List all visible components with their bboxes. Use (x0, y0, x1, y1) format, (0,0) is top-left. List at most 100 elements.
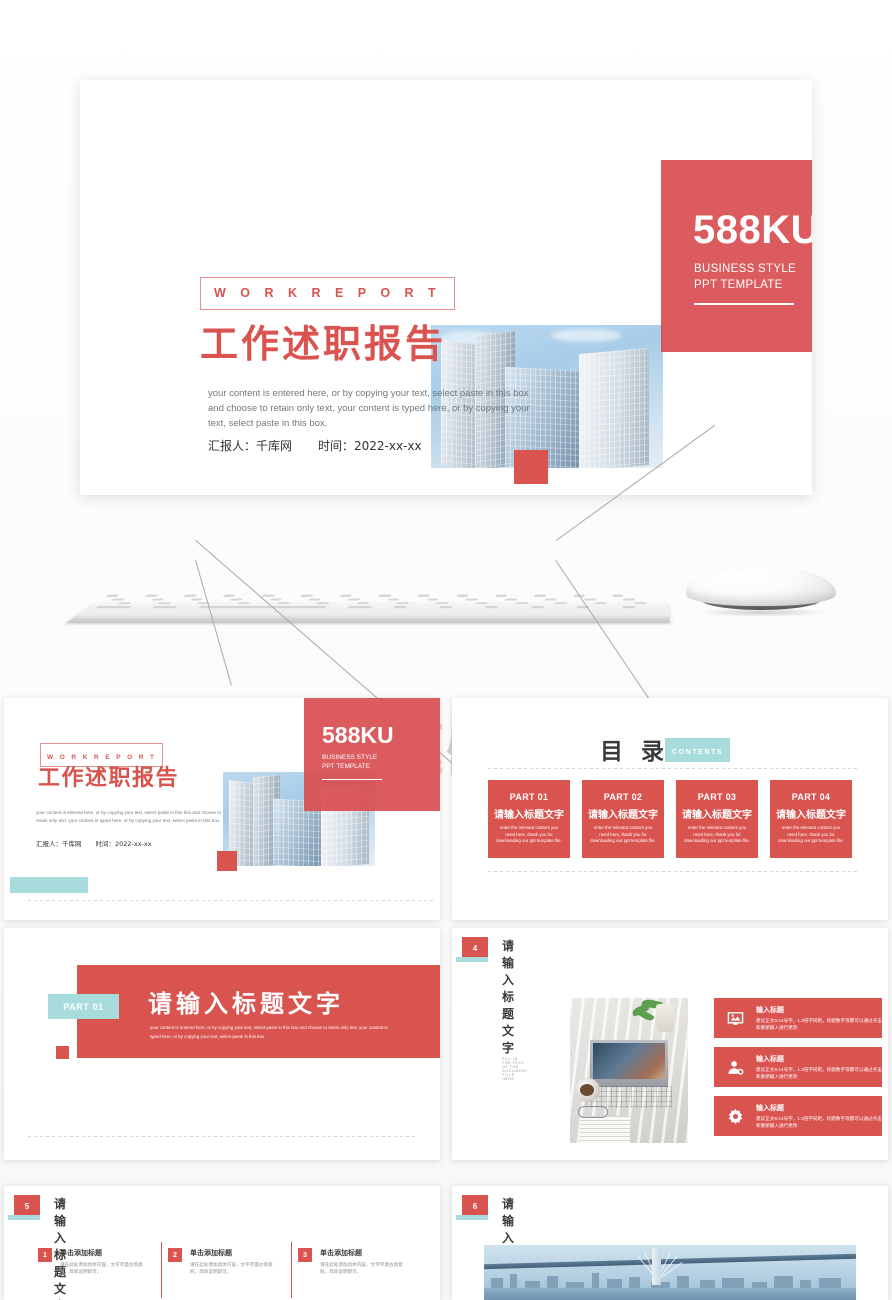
divider-title: 请输入标题文字 (148, 990, 344, 1018)
thumb-title: 工作述职报告 (38, 766, 180, 791)
slide4-feature-list: 输入标题 建议正文8-14号字，1.3倍字间距。标题数字等都可以通过点击和重新输… (714, 998, 882, 1145)
thumbnail-slide-divider[interactable]: 请输入标题文字 your content is entered here, or… (4, 928, 440, 1160)
divider-part-tag: PART 01 (48, 994, 119, 1019)
feature-body: 建议正文8-14号字，1.3倍字间距。标题数字等都可以通过点击和重新输入进行更改 (756, 1066, 882, 1079)
card-zh-title: 请输入标题文字 (588, 810, 658, 821)
divider-red-square (56, 1046, 69, 1059)
thumb-meta: 汇报人：千库网 时间：2022-xx-xx (36, 838, 152, 848)
slide5-column-list: 1 单击添加标题 请在此处添加具体内容，文字尽量古简意赅，简单说明即可。 2 单… (38, 1242, 430, 1298)
slide-number-label: 6 (472, 1201, 478, 1211)
slide6-header: 6 请输入标题文字 FILL IN THE TEXT OF THE DOCUME… (456, 1195, 514, 1300)
water-shape (484, 1288, 856, 1300)
thumbnail-slide-5[interactable]: 5 请输入标题文字 FILL IN THE TEXT OF THE DOCUME… (4, 1186, 440, 1300)
coffee-cup-shape (574, 1078, 600, 1102)
mouse-mockup (686, 562, 836, 620)
card-en-body: enter the relevant content you need here… (778, 825, 844, 844)
thumb-brand-line1: BUSINESS STYLE (322, 754, 378, 761)
contents-card[interactable]: PART 03 请输入标题文字 enter the relevant conte… (676, 780, 758, 858)
contents-title: 目 录 (600, 739, 670, 765)
contents-card-list: PART 01 请输入标题文字 enter the relevant conte… (488, 780, 860, 858)
slide-number-label: 4 (472, 943, 478, 953)
thumb-brand-badge: 588KU BUSINESS STYLE PPT TEMPLATE (304, 698, 440, 811)
column-heading: 单击添加标题 (190, 1249, 232, 1257)
feature-body: 建议正文8-14号字，1.3倍字间距。标题数字等都可以通过点击和重新输入进行更改 (756, 1115, 882, 1128)
contents-rule-top (488, 768, 860, 769)
slide4-subtitle: FILL IN THE TEXT OF THE DOCUMENT TITLE H… (502, 1057, 528, 1081)
thumbnail-slide-6[interactable]: 6 请输入标题文字 FILL IN THE TEXT OF THE DOCUME… (452, 1186, 888, 1300)
feature-heading: 输入标题 (756, 1103, 784, 1112)
card-en-body: enter the relevant content you need here… (590, 825, 656, 844)
contents-card[interactable]: PART 01 请输入标题文字 enter the relevant conte… (488, 780, 570, 858)
card-zh-title: 请输入标题文字 (682, 810, 752, 821)
divider-paragraph: your content is entered here, or by copy… (150, 1025, 388, 1039)
thumb-reporter: 汇报人：千库网 (36, 840, 82, 848)
slide-number-badge: 5 (14, 1195, 40, 1217)
hero-reporter: 汇报人：千库网 (208, 439, 293, 453)
building-shape (579, 347, 649, 468)
column-number-badge: 3 (298, 1248, 312, 1262)
feature-heading: 输入标题 (756, 1005, 784, 1014)
hero-red-square (514, 450, 548, 484)
slide-number-underbar (456, 1215, 488, 1220)
hero-brand-badge: 588KU BUSINESS STYLE PPT TEMPLATE (661, 160, 812, 352)
slide5-header: 5 请输入标题文字 FILL IN THE TEXT OF THE DOCUME… (8, 1195, 66, 1300)
contents-badge-label: CONTENTS (672, 749, 724, 756)
contents-rule-bottom (488, 871, 860, 872)
poster-canvas: 588KU BUSINESS STYLE PPT TEMPLATE W O R … (0, 0, 892, 1300)
slide4-feature-row[interactable]: 输入标题 建议正文8-14号字，1.3倍字间距。标题数字等都可以通过点击和重新输… (714, 1047, 882, 1087)
feature-body: 建议正文8-14号字，1.3倍字间距。标题数字等都可以通过点击和重新输入进行更改 (756, 1017, 882, 1030)
contents-card[interactable]: PART 04 请输入标题文字 enter the relevant conte… (770, 780, 852, 858)
feature-heading: 输入标题 (756, 1054, 784, 1063)
hero-paragraph: your content is entered here, or by copy… (208, 388, 530, 429)
column-heading: 单击添加标题 (60, 1249, 102, 1257)
thumb-date: 时间：2022-xx-xx (95, 840, 152, 848)
cloud-shape (551, 329, 621, 342)
slide5-column[interactable]: 2 单击添加标题 请在此处添加具体内容，文字尽量古简意赅，简单说明即可。 (168, 1242, 298, 1298)
brand-subtitle-line2: PPT TEMPLATE (694, 279, 783, 291)
skyline-shape (484, 1270, 856, 1290)
bridge-pylon-shape (652, 1247, 661, 1285)
card-en-body: enter the relevant content you need here… (496, 825, 562, 844)
image-icon (722, 1005, 748, 1031)
column-heading: 单击添加标题 (320, 1249, 362, 1257)
hero-kicker-box: W O R K R E P O R T (200, 277, 456, 310)
slide4-desk-photo (570, 998, 688, 1143)
brand-logo-text: 588KU (693, 208, 812, 252)
thumbnail-slide-contents[interactable]: 目 录 CONTENTS PART 01 请输入标题文字 enter the r… (452, 698, 888, 920)
slide-number-underbar (456, 957, 488, 962)
column-number-badge: 1 (38, 1248, 52, 1262)
slide5-column[interactable]: 1 单击添加标题 请在此处添加具体内容，文字尽量古简意赅，简单说明即可。 (38, 1242, 168, 1298)
slide-number-badge: 4 (462, 937, 488, 959)
column-body: 请在此处添加具体内容，文字尽量古简意赅，简单说明即可。 (60, 1262, 143, 1275)
slide4-title: 请输入标题文字 (502, 939, 516, 1055)
vase-shape (656, 1004, 674, 1032)
thumb-brand-line2: PPT TEMPLATE (322, 763, 371, 770)
card-part-label: PART 04 (791, 792, 831, 802)
card-part-label: PART 01 (509, 792, 549, 802)
thumb-teal-bar (10, 877, 88, 893)
contents-card[interactable]: PART 02 请输入标题文字 enter the relevant conte… (582, 780, 664, 858)
slide4-feature-row[interactable]: 输入标题 建议正文8-14号字，1.3倍字间距。标题数字等都可以通过点击和重新输… (714, 998, 882, 1038)
laptop-shape (590, 1040, 668, 1087)
hero-date: 时间：2022-xx-xx (318, 439, 422, 453)
gear-icon (722, 1103, 748, 1129)
slide4-header: 4 请输入标题文字 FILL IN THE TEXT OF THE DOCUME… (456, 937, 527, 1081)
slide5-column[interactable]: 3 单击添加标题 请在此处添加具体内容，文字尽量古简意赅，简单说明即可。 (298, 1248, 428, 1276)
thumb-brand-logo: 588KU (322, 722, 394, 748)
glasses-shape (578, 1106, 608, 1118)
hero-kicker-label: W O R K R E P O R T (214, 286, 442, 300)
thumb-paragraph: your content is entered here, or by copy… (36, 810, 222, 823)
slide-number-badge: 6 (462, 1195, 488, 1217)
card-zh-title: 请输入标题文字 (494, 810, 564, 821)
slide-number-label: 5 (24, 1201, 30, 1211)
thumb-red-square (217, 851, 237, 871)
hero-title: 工作述职报告 (200, 322, 447, 366)
brand-subtitle-line1: BUSINESS STYLE (694, 263, 796, 275)
slide4-feature-row[interactable]: 输入标题 建议正文8-14号字，1.3倍字间距。标题数字等都可以通过点击和重新输… (714, 1096, 882, 1136)
notebook-shape (580, 1116, 630, 1143)
thumbnail-slide-4[interactable]: 4 请输入标题文字 FILL IN THE TEXT OF THE DOCUME… (452, 928, 888, 1160)
hero-meta: 汇报人：千库网 时间：2022-xx-xx (208, 437, 422, 454)
column-body: 请在此处添加具体内容，文字尽量古简意赅，简单说明即可。 (190, 1262, 273, 1275)
card-zh-title: 请输入标题文字 (776, 810, 846, 821)
thumbnail-slide-title[interactable]: 588KU BUSINESS STYLE PPT TEMPLATE W O R … (4, 698, 440, 920)
